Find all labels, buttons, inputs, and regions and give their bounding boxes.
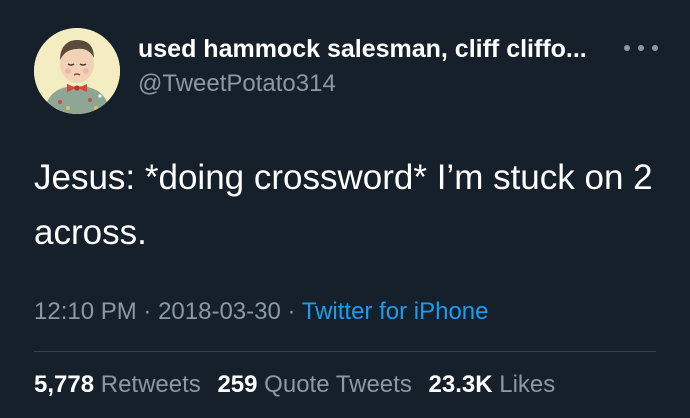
retweets-count: 5,778 bbox=[34, 371, 95, 398]
divider bbox=[34, 351, 656, 352]
avatar-illustration bbox=[34, 28, 120, 114]
tweet-meta: 12:10 PM · 2018-03-30 · Twitter for iPho… bbox=[34, 296, 488, 328]
author-handle[interactable]: @TweetPotato314 bbox=[138, 70, 336, 98]
retweets-label: Retweets bbox=[100, 371, 201, 398]
quote-tweets-label: Quote Tweets bbox=[264, 371, 412, 398]
meta-separator: · bbox=[136, 298, 159, 325]
meta-separator: · bbox=[280, 298, 302, 325]
quote-tweets-count: 259 bbox=[217, 371, 258, 398]
tweet-time[interactable]: 12:10 PM bbox=[34, 298, 137, 325]
engagement-stats: 5,778 Retweets 259 Quote Tweets 23.3K Li… bbox=[34, 369, 565, 401]
more-dot bbox=[624, 45, 630, 51]
likes-label: Likes bbox=[499, 371, 556, 398]
likes-stat[interactable]: 23.3K Likes bbox=[429, 371, 556, 398]
avatar[interactable] bbox=[34, 28, 120, 114]
quote-tweets-stat[interactable]: 259 Quote Tweets bbox=[217, 371, 411, 398]
tweet-source-link[interactable]: Twitter for iPhone bbox=[302, 298, 489, 325]
more-dot bbox=[652, 45, 658, 51]
more-options-icon[interactable] bbox=[624, 36, 658, 60]
tweet-date[interactable]: 2018-03-30 bbox=[158, 298, 281, 325]
likes-count: 23.3K bbox=[428, 371, 493, 398]
retweets-stat[interactable]: 5,778 Retweets bbox=[34, 371, 201, 398]
author-display-name[interactable]: used hammock salesman, cliff cliffo... bbox=[138, 34, 618, 64]
more-dot bbox=[638, 45, 644, 51]
tweet-text: Jesus: *doing crossword* I’m stuck on 2 … bbox=[34, 158, 653, 252]
